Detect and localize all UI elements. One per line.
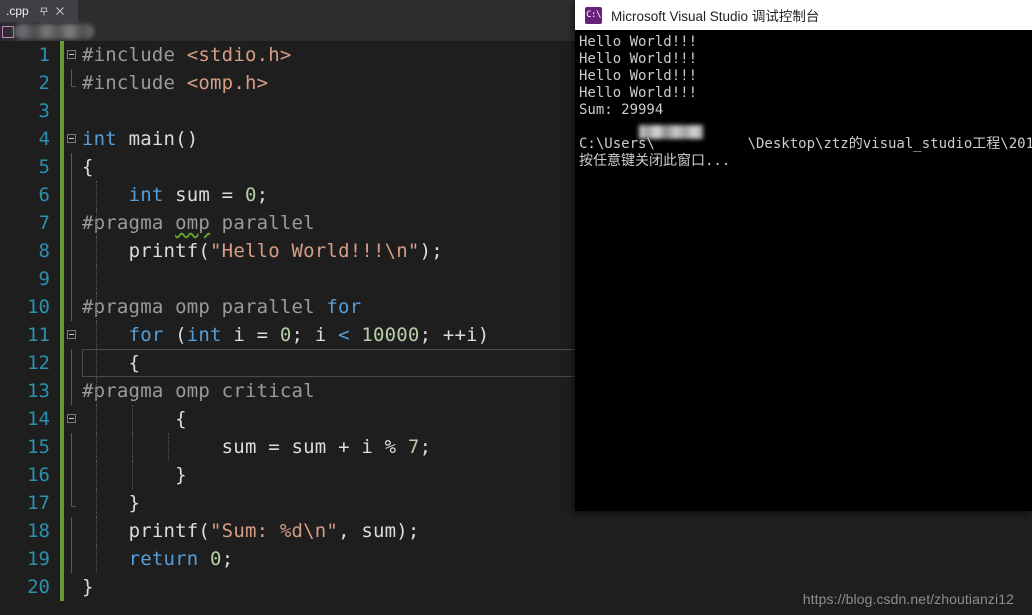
code-text: } — [82, 464, 187, 486]
fold-glyph — [64, 153, 82, 181]
console-line: Hello World!!! — [579, 51, 698, 67]
code-text: #pragma omp parallel — [82, 212, 315, 234]
code-text: { — [82, 156, 94, 178]
fold-glyph — [64, 209, 82, 237]
fold-glyph — [64, 237, 82, 265]
line-number: 10 — [27, 296, 50, 318]
console-line: 按任意键关闭此窗口... — [579, 153, 731, 169]
fold-glyph — [64, 349, 82, 377]
line-number: 17 — [27, 492, 50, 514]
console-title-text: Microsoft Visual Studio 调试控制台 — [611, 9, 820, 24]
line-number: 12 — [27, 352, 50, 374]
fold-glyph — [64, 461, 82, 489]
line-number: 5 — [38, 156, 50, 178]
line-number: 20 — [27, 576, 50, 598]
code-text: int sum = 0; — [128, 184, 269, 206]
close-icon[interactable] — [53, 4, 67, 18]
console-line: Sum: 29994 — [579, 102, 664, 118]
fold-glyph — [64, 573, 82, 601]
fold-glyph — [64, 433, 82, 461]
debug-console-window[interactable]: C:\ Microsoft Visual Studio 调试控制台 Hello … — [575, 0, 1032, 511]
fold-glyph — [64, 377, 82, 405]
console-output: Hello World!!! Hello World!!! Hello World!… — [575, 30, 1032, 511]
console-line: Hello World!!! — [579, 68, 698, 84]
code-text: { — [82, 352, 141, 374]
line-number: 15 — [27, 436, 50, 458]
fold-glyph[interactable] — [64, 125, 82, 153]
code-text: #include <stdio.h> — [82, 44, 292, 66]
fold-glyph[interactable] — [64, 41, 82, 69]
line-number: 14 — [27, 408, 50, 430]
indent-guides — [82, 489, 582, 517]
code-text: #pragma omp critical — [82, 380, 315, 402]
console-line: Hello World!!! — [579, 34, 698, 50]
indent-guides — [82, 265, 582, 293]
line-number: 4 — [38, 128, 50, 150]
console-title-bar[interactable]: C:\ Microsoft Visual Studio 调试控制台 — [575, 0, 1032, 30]
line-number: 19 — [27, 548, 50, 570]
line-number: 16 — [27, 464, 50, 486]
fold-glyph — [64, 517, 82, 545]
code-text: for (int i = 0; i < 10000; ++i) — [128, 324, 490, 346]
fold-glyph — [64, 265, 82, 293]
fold-glyph[interactable] — [64, 405, 82, 433]
fold-glyph — [64, 181, 82, 209]
code-text: } — [82, 492, 141, 514]
fold-glyph — [64, 545, 82, 573]
line-number: 7 — [38, 212, 50, 234]
line-number: 2 — [38, 72, 50, 94]
code-text: printf("Hello World!!!\n"); — [128, 240, 443, 262]
editor-tab-cpp[interactable]: .cpp — [0, 0, 78, 22]
line-number: 13 — [27, 380, 50, 402]
code-text: } — [82, 576, 94, 598]
line-number: 6 — [38, 184, 50, 206]
code-text: #include <omp.h> — [82, 72, 269, 94]
pin-icon[interactable] — [37, 4, 51, 18]
watermark: https://blog.csdn.net/zhoutianzi12 — [802, 591, 1014, 607]
fold-glyph — [64, 69, 82, 97]
code-line[interactable]: 19 return 0; — [0, 545, 1032, 573]
code-scope-icon — [2, 25, 14, 38]
fold-glyph — [64, 293, 82, 321]
code-text: printf("Sum: %d\n", sum); — [128, 520, 420, 542]
line-number: 9 — [38, 268, 50, 290]
breadcrumb-label: 2 — [16, 25, 23, 38]
code-text: return 0; — [128, 548, 234, 570]
console-line: C:\Users\ \Desktop\ztz的visual_studio工程\2… — [579, 136, 1032, 152]
code-text: #pragma omp parallel for — [82, 296, 362, 318]
line-number: 18 — [27, 520, 50, 542]
code-text: { — [82, 408, 187, 430]
fold-glyph[interactable] — [64, 321, 82, 349]
fold-glyph — [64, 489, 82, 517]
fold-glyph — [64, 97, 82, 125]
code-text: sum = sum + i % 7; — [221, 436, 432, 458]
line-number: 3 — [38, 100, 50, 122]
code-line[interactable]: 18 printf("Sum: %d\n", sum); — [0, 517, 1032, 545]
console-app-icon: C:\ — [585, 6, 602, 24]
console-line: Hello World!!! — [579, 85, 698, 101]
line-number: 8 — [38, 240, 50, 262]
indent-guides — [82, 349, 582, 377]
current-line-highlight — [82, 349, 576, 377]
editor-tab-label: .cpp — [6, 4, 29, 18]
line-number: 11 — [27, 324, 50, 346]
line-number: 1 — [38, 44, 50, 66]
code-text: int main() — [82, 128, 199, 150]
